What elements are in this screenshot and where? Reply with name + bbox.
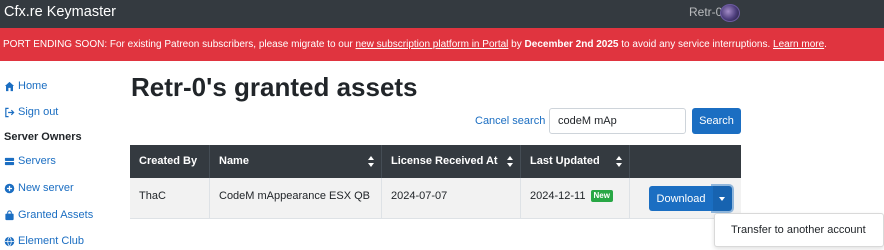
cancel-search-link[interactable]: Cancel search	[475, 115, 545, 127]
alert-text: .	[824, 39, 827, 50]
search-input[interactable]	[549, 108, 686, 134]
cell-name: CodeM mAppearance ESX QB	[210, 178, 382, 219]
page-title: Retr-0's granted assets	[131, 72, 418, 102]
sidebar-item-home[interactable]: Home	[4, 77, 47, 95]
sign-out-icon	[5, 107, 15, 117]
sidebar-item-label: Granted Assets	[18, 209, 94, 221]
brand-link[interactable]: Cfx.re Keymaster	[4, 4, 116, 20]
column-header-label: Name	[219, 155, 249, 167]
learn-more-link[interactable]: Learn more	[773, 39, 824, 50]
caret-down-icon	[719, 197, 725, 201]
column-header-label: Created By	[139, 155, 198, 167]
sidebar-item-label: Home	[18, 80, 48, 92]
column-header-label: Last Updated	[530, 155, 600, 167]
column-header-actions	[630, 145, 741, 178]
sidebar-item-sign-out[interactable]: Sign out	[4, 103, 58, 121]
column-header-created-by[interactable]: Created By	[130, 145, 210, 178]
avatar[interactable]	[720, 4, 740, 22]
globe-icon	[4, 235, 15, 247]
table-header: Created By Name License Received At Last…	[130, 145, 741, 178]
sidebar-item-label: Servers	[18, 155, 56, 167]
sort-icon	[507, 156, 514, 167]
sidebar-item-servers[interactable]: Servers	[4, 152, 56, 170]
cell-created-by: ThaC	[130, 178, 210, 219]
top-navbar: Cfx.re Keymaster Retr-0	[0, 0, 884, 28]
new-badge: New	[590, 190, 613, 202]
sidebar-item-label: New server	[18, 182, 74, 194]
home-icon	[4, 81, 15, 91]
alert-text: For existing Patreon subscribers, please…	[107, 39, 356, 50]
sidebar-item-label: Element Club	[18, 235, 85, 247]
column-header-name[interactable]: Name	[210, 145, 382, 178]
download-dropdown-menu: Transfer to another account	[714, 213, 884, 247]
cell-license-received: 2024-07-07	[382, 178, 521, 219]
portal-subscription-link[interactable]: new subscription platform in Portal	[356, 39, 509, 50]
column-header-last-updated[interactable]: Last Updated	[521, 145, 630, 178]
plus-circle-icon	[4, 183, 15, 193]
search-button[interactable]: Search	[692, 108, 741, 134]
last-updated-date: 2024-12-11	[530, 190, 586, 202]
sidebar-heading: Server Owners	[4, 131, 82, 143]
download-dropdown-toggle[interactable]	[713, 186, 732, 211]
alert-prefix: PORT ENDING SOON:	[3, 39, 108, 50]
alert-text: by	[508, 39, 525, 50]
sidebar-item-granted-assets[interactable]: Granted Assets	[4, 206, 93, 224]
column-header-label: License Received At	[391, 155, 498, 167]
user-menu-name[interactable]: Retr-0	[689, 5, 722, 19]
cell-last-updated: 2024-12-11 New	[521, 178, 630, 219]
alert-text: to avoid any service interruptions.	[618, 39, 774, 50]
sidebar-item-element-club[interactable]: Element Club	[4, 232, 84, 250]
sidebar-item-new-server[interactable]: New server	[4, 179, 74, 197]
column-header-license-received[interactable]: License Received At	[382, 145, 521, 178]
sidebar-item-label: Sign out	[18, 106, 59, 118]
sort-icon	[368, 156, 375, 167]
transfer-account-menu-item[interactable]: Transfer to another account	[731, 224, 866, 236]
shopping-bag-icon	[5, 209, 14, 220]
server-icon	[4, 157, 15, 165]
sort-icon	[616, 156, 623, 167]
download-button[interactable]: Download	[649, 186, 713, 211]
alert-date: December 2nd 2025	[524, 39, 619, 50]
alert-banner: PORT ENDING SOON: For existing Patreon s…	[0, 28, 884, 61]
